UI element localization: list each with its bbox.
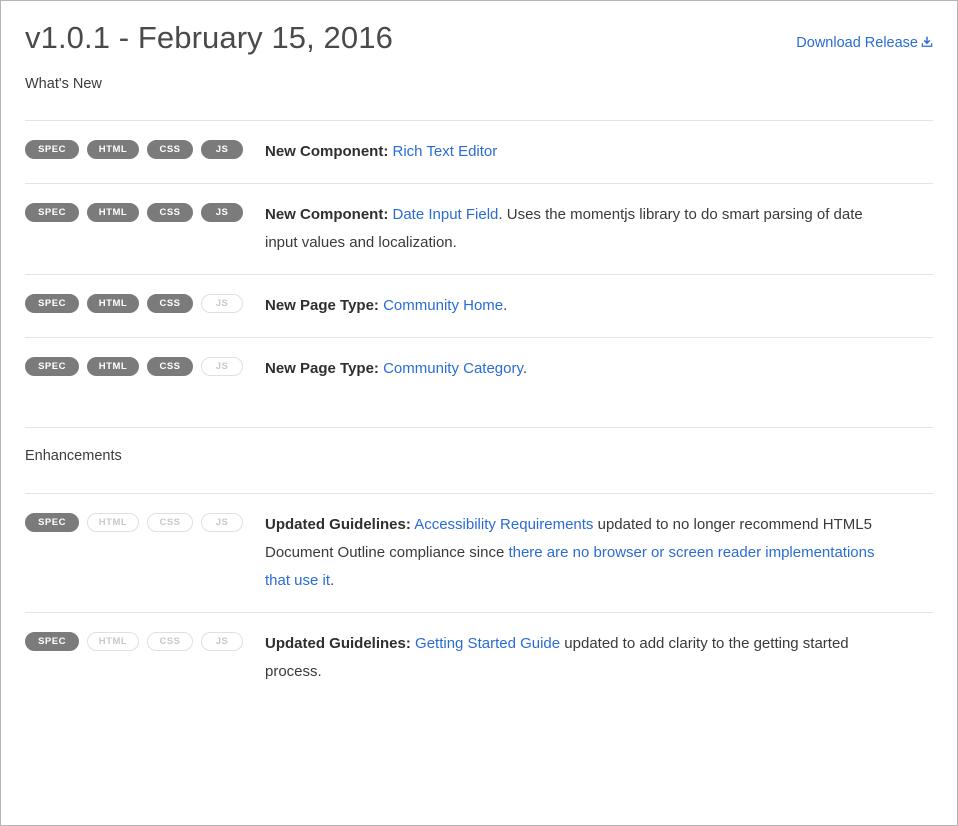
row-lead: New Component:: [265, 206, 389, 224]
row-description: Updated Guidelines: Accessibility Requir…: [265, 511, 885, 595]
badge-css[interactable]: CSS: [147, 140, 193, 160]
badge-html[interactable]: HTML: [87, 140, 139, 160]
badge-spec[interactable]: SPEC: [25, 140, 79, 160]
badge-group: SPEC HTML CSS JS: [25, 201, 265, 223]
table-row: SPEC HTML CSS JS Updated Guidelines: Get…: [25, 611, 933, 703]
section-heading-whats-new: What's New: [25, 76, 102, 93]
section-heading-enhancements: Enhancements: [25, 448, 122, 465]
row-tail: .: [330, 571, 335, 589]
table-row: SPEC HTML CSS JS New Page Type: Communit…: [25, 337, 933, 400]
row-tail: .: [503, 297, 508, 315]
badge-group: SPEC HTML CSS JS: [25, 292, 265, 314]
badge-js[interactable]: JS: [201, 357, 243, 377]
badge-spec[interactable]: SPEC: [25, 294, 79, 314]
row-description: New Page Type: Community Category.: [265, 355, 885, 383]
badge-group: SPEC HTML CSS JS: [25, 630, 265, 651]
table-row: SPEC HTML CSS JS New Page Type: Communit…: [25, 274, 933, 337]
row-lead: Updated Guidelines:: [265, 634, 411, 652]
row-link[interactable]: Rich Text Editor: [393, 143, 498, 160]
badge-spec[interactable]: SPEC: [25, 512, 79, 532]
badge-html[interactable]: HTML: [87, 357, 139, 377]
row-link[interactable]: Community Home: [383, 297, 503, 314]
badge-js[interactable]: JS: [201, 140, 243, 160]
download-release-link[interactable]: Download Release: [796, 35, 933, 51]
badge-html[interactable]: HTML: [87, 203, 139, 223]
badge-group: SPEC HTML CSS JS: [25, 355, 265, 377]
row-link[interactable]: Accessibility Requirements: [414, 516, 593, 533]
download-release-label: Download Release: [796, 35, 918, 51]
table-row: SPEC HTML CSS JS Updated Guidelines: Acc…: [25, 492, 933, 612]
badge-spec[interactable]: SPEC: [25, 357, 79, 377]
badge-spec[interactable]: SPEC: [25, 631, 79, 651]
release-header: v1.0.1 - February 15, 2016 Download Rele…: [25, 1, 933, 56]
row-description: New Component: Rich Text Editor: [265, 138, 885, 166]
badge-css[interactable]: CSS: [147, 357, 193, 377]
badge-css[interactable]: CSS: [147, 294, 193, 314]
badge-js[interactable]: JS: [201, 631, 243, 651]
badge-css[interactable]: CSS: [147, 631, 193, 651]
download-tray-icon: [921, 36, 933, 48]
table-row: SPEC HTML CSS JS New Component: Rich Tex…: [25, 120, 933, 183]
row-description: New Page Type: Community Home.: [265, 292, 885, 320]
row-lead: New Component:: [265, 143, 389, 161]
section-whats-new: What's New SPEC HTML CSS JS New Componen…: [25, 56, 933, 400]
row-tail: .: [522, 360, 528, 378]
row-description: Updated Guidelines: Getting Started Guid…: [265, 630, 885, 686]
row-description: New Component: Date Input Field. Uses th…: [265, 201, 885, 257]
badge-spec[interactable]: SPEC: [25, 203, 79, 223]
badge-js[interactable]: JS: [201, 203, 243, 223]
section-divider-spacer: [25, 400, 933, 427]
badge-css[interactable]: CSS: [147, 203, 193, 223]
badge-group: SPEC HTML CSS JS: [25, 138, 265, 160]
row-link[interactable]: Getting Started Guide: [415, 635, 560, 652]
section-enhancements: Enhancements SPEC HTML CSS JS Updated Gu…: [25, 427, 933, 702]
badge-html[interactable]: HTML: [87, 631, 139, 651]
table-row: SPEC HTML CSS JS New Component: Date Inp…: [25, 183, 933, 274]
row-link[interactable]: Community Category: [383, 360, 523, 377]
badge-html[interactable]: HTML: [87, 512, 139, 532]
page-content: v1.0.1 - February 15, 2016 Download Rele…: [1, 1, 957, 703]
rows-enhancements: SPEC HTML CSS JS Updated Guidelines: Acc…: [25, 492, 933, 703]
badge-css[interactable]: CSS: [147, 512, 193, 532]
badge-js[interactable]: JS: [201, 512, 243, 532]
row-lead: New Page Type:: [265, 297, 379, 315]
rows-whats-new: SPEC HTML CSS JS New Component: Rich Tex…: [25, 120, 933, 400]
release-notes-page: v1.0.1 - February 15, 2016 Download Rele…: [0, 0, 958, 826]
row-lead: Updated Guidelines:: [265, 515, 411, 533]
row-lead: New Page Type:: [265, 360, 379, 378]
row-link[interactable]: Date Input Field: [393, 206, 499, 223]
badge-js[interactable]: JS: [201, 294, 243, 314]
badge-html[interactable]: HTML: [87, 294, 139, 314]
badge-group: SPEC HTML CSS JS: [25, 511, 265, 532]
